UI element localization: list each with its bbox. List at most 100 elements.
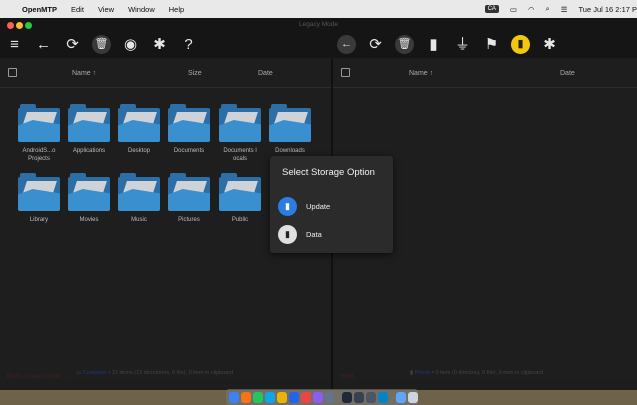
terminal-icon[interactable]: [342, 391, 353, 403]
status-text: • 0 item (0 directory, 0 file), 0 item i…: [430, 370, 544, 376]
breadcrumb-item[interactable]: Root: [341, 374, 354, 380]
back-arrow-icon[interactable]: ←: [34, 35, 53, 54]
folder-item[interactable]: Movies: [68, 173, 110, 224]
storage-icon[interactable]: ▮: [511, 35, 530, 54]
storage-option-dialog: Select Storage Option ▮ Update ▮ Data: [270, 156, 393, 253]
right-breadcrumb: Root: [341, 374, 354, 380]
app-icon[interactable]: [354, 391, 365, 403]
left-status-bar: ▭ Computer • 12 items (12 directories, 0…: [76, 370, 233, 376]
computer-icon: ▭: [76, 370, 82, 376]
folder-item[interactable]: Documents: [168, 104, 210, 155]
help-icon[interactable]: ?: [179, 35, 198, 54]
folder-label: Downloads: [275, 148, 305, 154]
sd-card-icon: ▮: [278, 197, 297, 216]
left-breadcrumb: Root › Users › infinit...: [7, 374, 65, 380]
finder-icon[interactable]: [229, 391, 239, 403]
select-all-checkbox[interactable]: [8, 68, 17, 77]
menu-window[interactable]: Window: [128, 5, 155, 14]
folder-item[interactable]: Applications: [68, 104, 110, 155]
right-column-header: Name ↑ Date: [333, 58, 637, 88]
column-name[interactable]: Name ↑: [72, 70, 96, 77]
column-size[interactable]: Size: [188, 70, 202, 77]
control-center-icon[interactable]: ☰: [561, 5, 568, 14]
chrome-icon[interactable]: [276, 391, 287, 403]
app-icon[interactable]: [312, 391, 323, 403]
settings-icon[interactable]: ✱: [540, 35, 559, 54]
column-date[interactable]: Date: [560, 70, 575, 77]
trash-icon[interactable]: [408, 391, 419, 403]
github-icon[interactable]: ◉: [121, 35, 140, 54]
phone-icon: ▮: [410, 370, 414, 376]
folder-item[interactable]: Music: [118, 173, 160, 224]
folder-label: Music: [131, 217, 147, 223]
sd-card-icon[interactable]: ▮: [424, 35, 443, 54]
menu-icon[interactable]: ≡: [5, 35, 24, 54]
clock[interactable]: Tue Jul 16 2:17 P: [578, 5, 637, 14]
plug-icon[interactable]: ⏚: [453, 35, 472, 54]
folder-label: Desktop: [127, 148, 150, 154]
window-title: Legacy Mode: [298, 21, 339, 28]
folder-item[interactable]: AndroidS...o Projects: [18, 104, 60, 163]
folder-label: Pictures: [178, 217, 200, 223]
app-icon[interactable]: [324, 391, 335, 403]
left-toolbar: ≡ ← ⟳ 🗑 ◉ ✱ ?: [5, 35, 208, 54]
folder-icon: [18, 104, 60, 144]
folder-label: Movies: [79, 217, 99, 223]
folder-icon: [219, 173, 261, 213]
vscode-icon[interactable]: [288, 391, 299, 403]
column-name[interactable]: Name ↑: [409, 70, 433, 77]
folder-label: Documents l ocals: [223, 148, 257, 162]
trash-icon[interactable]: 🗑: [395, 35, 414, 54]
downloads-folder-icon[interactable]: [396, 391, 407, 403]
dialog-title: Select Storage Option: [282, 167, 375, 178]
breadcrumb-item[interactable]: Users: [25, 374, 41, 380]
storage-option-update[interactable]: ▮ Update: [278, 197, 330, 216]
messages-icon[interactable]: [264, 391, 275, 403]
folder-item[interactable]: Downloads: [269, 104, 311, 155]
menu-bar: OpenMTP Edit View Window Help CA ▭ ◠ ⌕ ☰…: [0, 0, 637, 18]
folder-icon: [219, 104, 261, 144]
app-icon[interactable]: [300, 391, 311, 403]
folder-icon: [118, 104, 160, 144]
breadcrumb-item[interactable]: infinit...: [46, 374, 65, 380]
folder-icon: [118, 173, 160, 213]
trash-icon[interactable]: 🗑: [92, 35, 111, 54]
menu-view[interactable]: View: [98, 5, 114, 14]
battery-icon[interactable]: ▭: [510, 5, 517, 14]
search-icon[interactable]: ⌕: [546, 4, 550, 14]
column-date[interactable]: Date: [258, 70, 273, 77]
option-label: Data: [306, 230, 322, 239]
folder-item[interactable]: Library: [18, 173, 60, 224]
folder-icon: [68, 104, 110, 144]
menu-edit[interactable]: Edit: [71, 5, 84, 14]
folder-label: Public: [231, 217, 249, 223]
folder-item[interactable]: Public: [219, 173, 261, 224]
settings-icon[interactable]: ✱: [150, 35, 169, 54]
folder-item[interactable]: Pictures: [168, 173, 210, 224]
launchpad-icon[interactable]: [240, 391, 251, 403]
folder-label: Library: [29, 217, 49, 223]
menu-app-name[interactable]: OpenMTP: [22, 5, 57, 14]
folder-item[interactable]: Documents l ocals: [219, 104, 261, 163]
input-source-badge[interactable]: CA: [484, 5, 499, 13]
menu-help[interactable]: Help: [169, 5, 184, 14]
wifi-icon[interactable]: ◠: [528, 5, 535, 14]
app-icon[interactable]: [378, 391, 389, 403]
left-column-header: Name ↑ Size Date: [0, 58, 331, 88]
refresh-icon[interactable]: ⟳: [63, 35, 82, 54]
refresh-icon[interactable]: ⟳: [366, 35, 385, 54]
safari-icon[interactable]: [252, 391, 263, 403]
select-all-checkbox[interactable]: [341, 68, 350, 77]
storage-option-data[interactable]: ▮ Data: [278, 225, 322, 244]
app-icon[interactable]: [366, 391, 377, 403]
back-arrow-icon[interactable]: ←: [337, 35, 356, 54]
flag-icon[interactable]: ⚑: [482, 35, 501, 54]
folder-icon: [68, 173, 110, 213]
dock: [226, 389, 419, 405]
folder-icon: [18, 173, 60, 213]
breadcrumb-item[interactable]: Root: [7, 374, 20, 380]
status-location: Computer: [82, 370, 107, 376]
folder-item[interactable]: Desktop: [118, 104, 160, 155]
folder-label: AndroidS...o Projects: [22, 148, 56, 162]
option-label: Update: [306, 202, 331, 211]
